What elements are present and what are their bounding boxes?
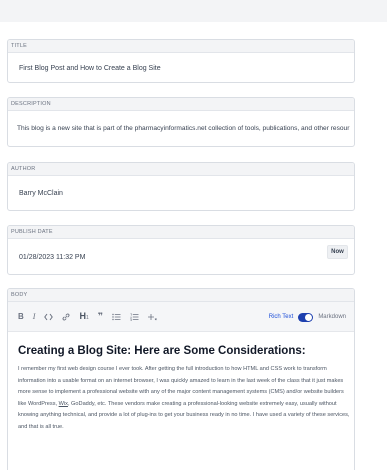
markdown-label[interactable]: Markdown xyxy=(318,314,346,320)
editor-toolbar: B I H1 ❞ Rich Text Markdown xyxy=(8,302,354,332)
link-icon[interactable] xyxy=(62,313,70,321)
publish-date-input[interactable]: 01/28/2023 11:32 PM xyxy=(8,239,354,274)
more-icon[interactable] xyxy=(148,313,157,321)
title-label: TITLE xyxy=(8,40,354,53)
ordered-list-icon[interactable] xyxy=(130,312,139,321)
description-input[interactable]: This blog is a new site that is part of … xyxy=(8,111,354,146)
heading-icon[interactable]: H1 xyxy=(79,312,88,321)
content-heading: Creating a Blog Site: Here are Some Cons… xyxy=(18,345,306,357)
italic-icon[interactable]: I xyxy=(33,312,36,321)
description-label: DESCRIPTION xyxy=(8,98,354,111)
paragraph-text-after: , GoDaddy, etc. These vendors make creat… xyxy=(18,400,350,430)
bullet-list-icon[interactable] xyxy=(112,313,121,321)
quote-icon[interactable]: ❞ xyxy=(98,312,103,321)
top-bar xyxy=(0,0,387,22)
title-input[interactable]: First Blog Post and How to Create a Blog… xyxy=(8,53,354,82)
content-paragraph: I remember my first web design course I … xyxy=(18,364,353,434)
wix-link[interactable]: Wix xyxy=(59,401,68,407)
code-icon[interactable] xyxy=(44,313,54,321)
body-field: BODY B I H1 ❞ Rich Text Markdown Creatin… xyxy=(7,288,355,470)
bold-icon[interactable]: B xyxy=(18,312,24,321)
description-field: DESCRIPTION This blog is a new site that… xyxy=(7,97,355,147)
author-input[interactable]: Barry McClain xyxy=(8,176,354,210)
editor-mode-switch: Rich Text Markdown xyxy=(269,302,346,332)
rich-text-label[interactable]: Rich Text xyxy=(269,314,294,320)
title-field: TITLE First Blog Post and How to Create … xyxy=(7,39,355,83)
author-label: AUTHOR xyxy=(8,163,354,176)
editor-content[interactable]: Creating a Blog Site: Here are Some Cons… xyxy=(8,332,354,434)
mode-toggle[interactable] xyxy=(298,312,314,322)
author-field: AUTHOR Barry McClain xyxy=(7,162,355,211)
publish-date-label: PUBLISH DATE xyxy=(8,226,354,239)
publish-date-field: PUBLISH DATE 01/28/2023 11:32 PM Now xyxy=(7,225,355,275)
body-label: BODY xyxy=(8,289,354,302)
now-button[interactable]: Now xyxy=(327,245,348,259)
